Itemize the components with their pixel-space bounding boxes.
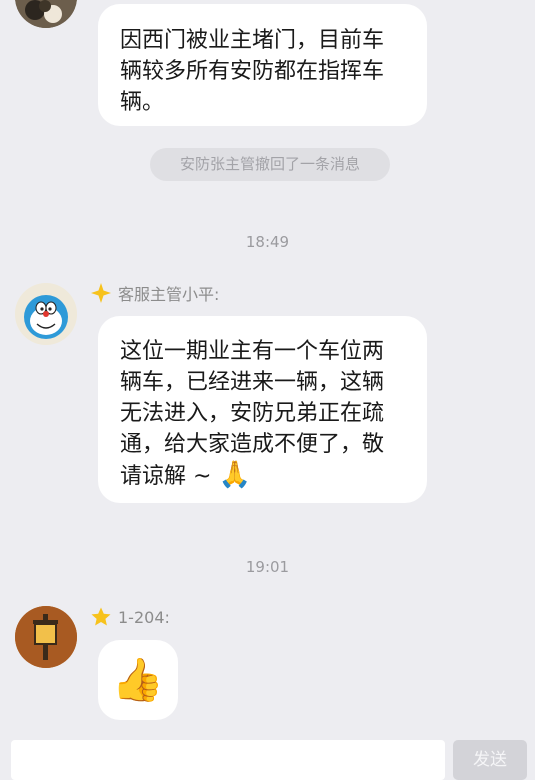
timestamp: 19:01 [245,558,290,576]
avatar[interactable] [15,606,77,668]
avatar[interactable] [15,0,77,28]
thumbs-up-emoji: 👍 [111,655,165,704]
sender-name-label: 1-204: [118,607,170,627]
sender-name: 1-204: [90,606,170,628]
timestamp: 18:49 [245,233,290,251]
message-bubble[interactable]: 这位一期业主有一个车位两辆车，已经进来一辆，这辆无法进入，安防兄弟正在疏通，给大… [98,316,427,503]
star-badge-icon [91,607,111,626]
lantern-avatar-icon [15,606,77,668]
message-bubble[interactable]: 因西门被业主堵门，目前车辆较多所有安防都在指挥车辆。 [98,4,427,126]
avatar[interactable] [15,283,77,345]
send-button[interactable]: 发送 [453,740,527,780]
message-text: 这位一期业主有一个车位两辆车，已经进来一辆，这辆无法进入，安防兄弟正在疏通，给大… [120,339,385,489]
sender-name: 客服主管小平: [90,281,219,305]
message-input[interactable] [11,740,445,780]
sticker-bubble[interactable]: 👍 [98,640,178,720]
message-text: 因西门被业主堵门，目前车辆较多所有安防都在指挥车辆。 [120,28,385,115]
recall-notice: 安防张主管撤回了一条消息 [150,148,390,181]
sender-name-label: 客服主管小平: [118,285,220,304]
pray-emoji: 🙏 [218,460,251,490]
chat-window: 因西门被业主堵门，目前车辆较多所有安防都在指挥车辆。 安防张主管撤回了一条消息 … [0,0,535,780]
doraemon-avatar-icon [15,283,77,345]
star-badge-icon [91,283,111,303]
input-bar: 发送 [0,735,535,780]
avatar-photo-icon [15,0,77,28]
